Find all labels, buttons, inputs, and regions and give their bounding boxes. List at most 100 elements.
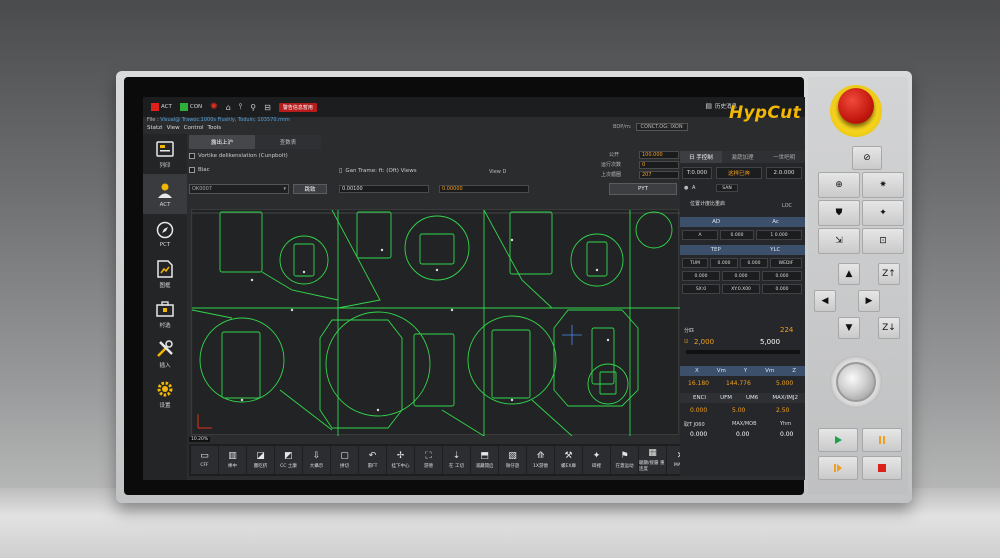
emergency-stop-button[interactable] bbox=[838, 88, 874, 124]
tab-data-table[interactable]: 查数表 bbox=[255, 135, 321, 149]
toolbar-button-9[interactable]: ⇣ 在 工切 bbox=[443, 446, 470, 474]
hw-button-burst-icon[interactable]: ✷ bbox=[862, 172, 904, 198]
menu-control[interactable]: Control bbox=[184, 125, 204, 133]
arrow-left-button[interactable]: ◀ bbox=[814, 290, 836, 312]
arrow-right-button[interactable]: ▶ bbox=[858, 290, 880, 312]
feed-checkbox-icon[interactable]: ☑ bbox=[684, 339, 688, 345]
toolbar-button-0[interactable]: ▭ CFF bbox=[191, 446, 218, 474]
start-button[interactable] bbox=[818, 428, 858, 452]
menu-statzi[interactable]: Statzi bbox=[147, 125, 163, 133]
tug-cell-3[interactable]: 0.000 bbox=[740, 258, 768, 268]
toolbar-button-4[interactable]: ⇩ 大攝示 bbox=[303, 446, 330, 474]
jog-wheel-knob[interactable] bbox=[836, 362, 876, 402]
toolbar-button-15[interactable]: ⚑ 在蓋运动 bbox=[611, 446, 638, 474]
sidebar-item-settings[interactable]: 设置 bbox=[143, 374, 187, 414]
manual-mode-button[interactable]: 这样已奔 bbox=[716, 167, 762, 179]
alarm-message-button[interactable]: 警告信息暂用 bbox=[278, 102, 317, 112]
sidebar-item-act[interactable]: ACT bbox=[143, 174, 187, 214]
laser-mode-icon[interactable]: ⊘ bbox=[852, 146, 882, 170]
public-field[interactable]: 100.000 bbox=[639, 151, 679, 159]
bdp-dropdown[interactable]: CONCT.OG: IXON bbox=[635, 123, 688, 131]
toolbar-button-2[interactable]: ◪ 圖吃挤 bbox=[247, 446, 274, 474]
value-field-1[interactable]: 0.00100 bbox=[339, 185, 429, 193]
stop-icon bbox=[878, 464, 886, 472]
toolbar-button-12[interactable]: ⟰ 1X游僥 bbox=[527, 446, 554, 474]
thermometer-icon[interactable]: ⫯ bbox=[239, 102, 242, 112]
tab-other[interactable]: 一世吧明 bbox=[763, 151, 805, 163]
jump-button[interactable]: 跳致 bbox=[293, 184, 327, 194]
menu-view[interactable]: View bbox=[167, 125, 180, 133]
tug-cell-4[interactable]: WEDIF bbox=[770, 258, 802, 268]
stop-button[interactable] bbox=[862, 456, 902, 480]
arrow-up-button[interactable]: ▲ bbox=[838, 263, 860, 285]
sidebar-item-material[interactable]: 村选 bbox=[143, 294, 187, 334]
program-combo[interactable]: OK0007 ▾ bbox=[189, 184, 289, 194]
manual-value-right[interactable]: 2.0.000 bbox=[766, 167, 802, 179]
tug-cell-2[interactable]: 0.000 bbox=[710, 258, 738, 268]
tab-manual-control[interactable]: 日 手控制 bbox=[680, 151, 722, 163]
toolbar-button-14[interactable]: ✦ 碎裡 bbox=[583, 446, 610, 474]
a-cell-3[interactable]: 1 0.000 bbox=[756, 230, 802, 240]
toolbar-button-1[interactable]: ▥ 棒中 bbox=[219, 446, 246, 474]
hw-button-target-icon[interactable]: ⊕ bbox=[818, 172, 860, 198]
pressure-icon[interactable]: ⚲ bbox=[250, 103, 256, 112]
sidebar-item-pct[interactable]: PCT bbox=[143, 214, 187, 254]
radio-icon[interactable]: ● bbox=[684, 185, 688, 191]
x-cell-3[interactable]: 0.000 bbox=[762, 284, 802, 294]
last-cycle-field[interactable]: 207 bbox=[639, 171, 679, 179]
menu-tools[interactable]: Tools bbox=[208, 125, 222, 133]
robot-icon[interactable]: ⊟ bbox=[264, 103, 271, 112]
antenna-icon[interactable]: ⌂ bbox=[226, 103, 231, 112]
count-field[interactable]: 0 bbox=[639, 161, 679, 169]
chk-biac[interactable]: Biac bbox=[189, 167, 210, 173]
vals-cell-2[interactable]: 0.000 bbox=[722, 271, 760, 281]
hw-button-aim-icon[interactable]: ⇲ bbox=[818, 228, 860, 254]
a-cell-2[interactable]: 0.000 bbox=[720, 230, 754, 240]
sidebar-item-print[interactable]: 列印 bbox=[143, 134, 187, 174]
tab-cut-preview[interactable]: 露出上沪 bbox=[189, 135, 255, 149]
z-up-button[interactable]: Z↑ bbox=[878, 263, 900, 285]
hypcut-screen: ACT CON ✺ ⌂ ⫯ ⚲ ⊟ 警告信息暂用 ▤ 历史消息 HypCut F… bbox=[143, 97, 805, 480]
toolbar-button-8[interactable]: ⛶ 游德 bbox=[415, 446, 442, 474]
vals-cell-3[interactable]: 0.000 bbox=[762, 271, 802, 281]
manual-value-left[interactable]: T:0.000 bbox=[682, 167, 712, 179]
pause-button[interactable] bbox=[862, 428, 902, 452]
laser-icon[interactable]: ✺ bbox=[210, 102, 218, 112]
chk-gan-trame[interactable]: ▯ Gan Trame: ft: (Oft) Views bbox=[339, 167, 417, 174]
sidebar-item-frame[interactable]: 图框 bbox=[143, 254, 187, 294]
x-cell-2[interactable]: XY:0.X00 bbox=[722, 284, 760, 294]
chk-vortike[interactable]: Vortike delikenslation (Cunpbolt) bbox=[189, 153, 288, 159]
hw-button-frame-icon[interactable]: ⊡ bbox=[862, 228, 904, 254]
toolbar-button-5[interactable]: ▢ 拼切 bbox=[331, 446, 358, 474]
step-button[interactable] bbox=[818, 456, 858, 480]
vals-cell-1[interactable]: 0.000 bbox=[682, 271, 720, 281]
toolbar-button-16[interactable]: ▦ 聴顯/接屬 重连度 bbox=[639, 446, 666, 474]
checkbox[interactable] bbox=[189, 167, 195, 173]
hw-button-gas-icon[interactable]: ✦ bbox=[862, 200, 904, 226]
value-field-2[interactable]: 0.00000 bbox=[439, 185, 529, 193]
a-cell-1[interactable]: A bbox=[682, 230, 718, 240]
checkbox[interactable] bbox=[189, 153, 195, 159]
toolbar-button-6[interactable]: ↶ 雷FT bbox=[359, 446, 386, 474]
sidebar-item-insert[interactable]: 插入 bbox=[143, 334, 187, 374]
toolbar-button-10[interactable]: ⬒ 浦藏開启 bbox=[471, 446, 498, 474]
feed-slider[interactable] bbox=[686, 350, 800, 354]
x-cell-1[interactable]: SX:0 bbox=[682, 284, 720, 294]
tug-cell-1[interactable]: TUM bbox=[682, 258, 708, 268]
arrow-down-button[interactable]: ▼ bbox=[838, 317, 860, 339]
z-down-button[interactable]: Z↓ bbox=[878, 317, 900, 339]
run-button[interactable]: PYT bbox=[609, 183, 677, 195]
toolbar-button-7[interactable]: ✢ 挂下中心 bbox=[387, 446, 414, 474]
cut-drawing-canvas[interactable] bbox=[191, 209, 680, 437]
act-status[interactable]: ACT bbox=[151, 103, 172, 111]
toolbar-button-3[interactable]: ◩ CC 土康 bbox=[275, 446, 302, 474]
toolbar-button-13[interactable]: ⚒ 螺EX庫 bbox=[555, 446, 582, 474]
feed-right-value: 5,000 bbox=[760, 338, 781, 346]
zoom-readout: 10.20% bbox=[189, 437, 211, 442]
radio-value[interactable]: SAN bbox=[716, 184, 738, 192]
toolbar-button-11[interactable]: ▧ 微仔遊 bbox=[499, 446, 526, 474]
con-status[interactable]: CON bbox=[179, 103, 202, 111]
tab-laser-process[interactable]: 激蔬加理 bbox=[722, 151, 764, 163]
param-max-label: MAX/IMJ2 bbox=[772, 395, 798, 401]
hw-button-shield-icon[interactable]: ⛊ bbox=[818, 200, 860, 226]
